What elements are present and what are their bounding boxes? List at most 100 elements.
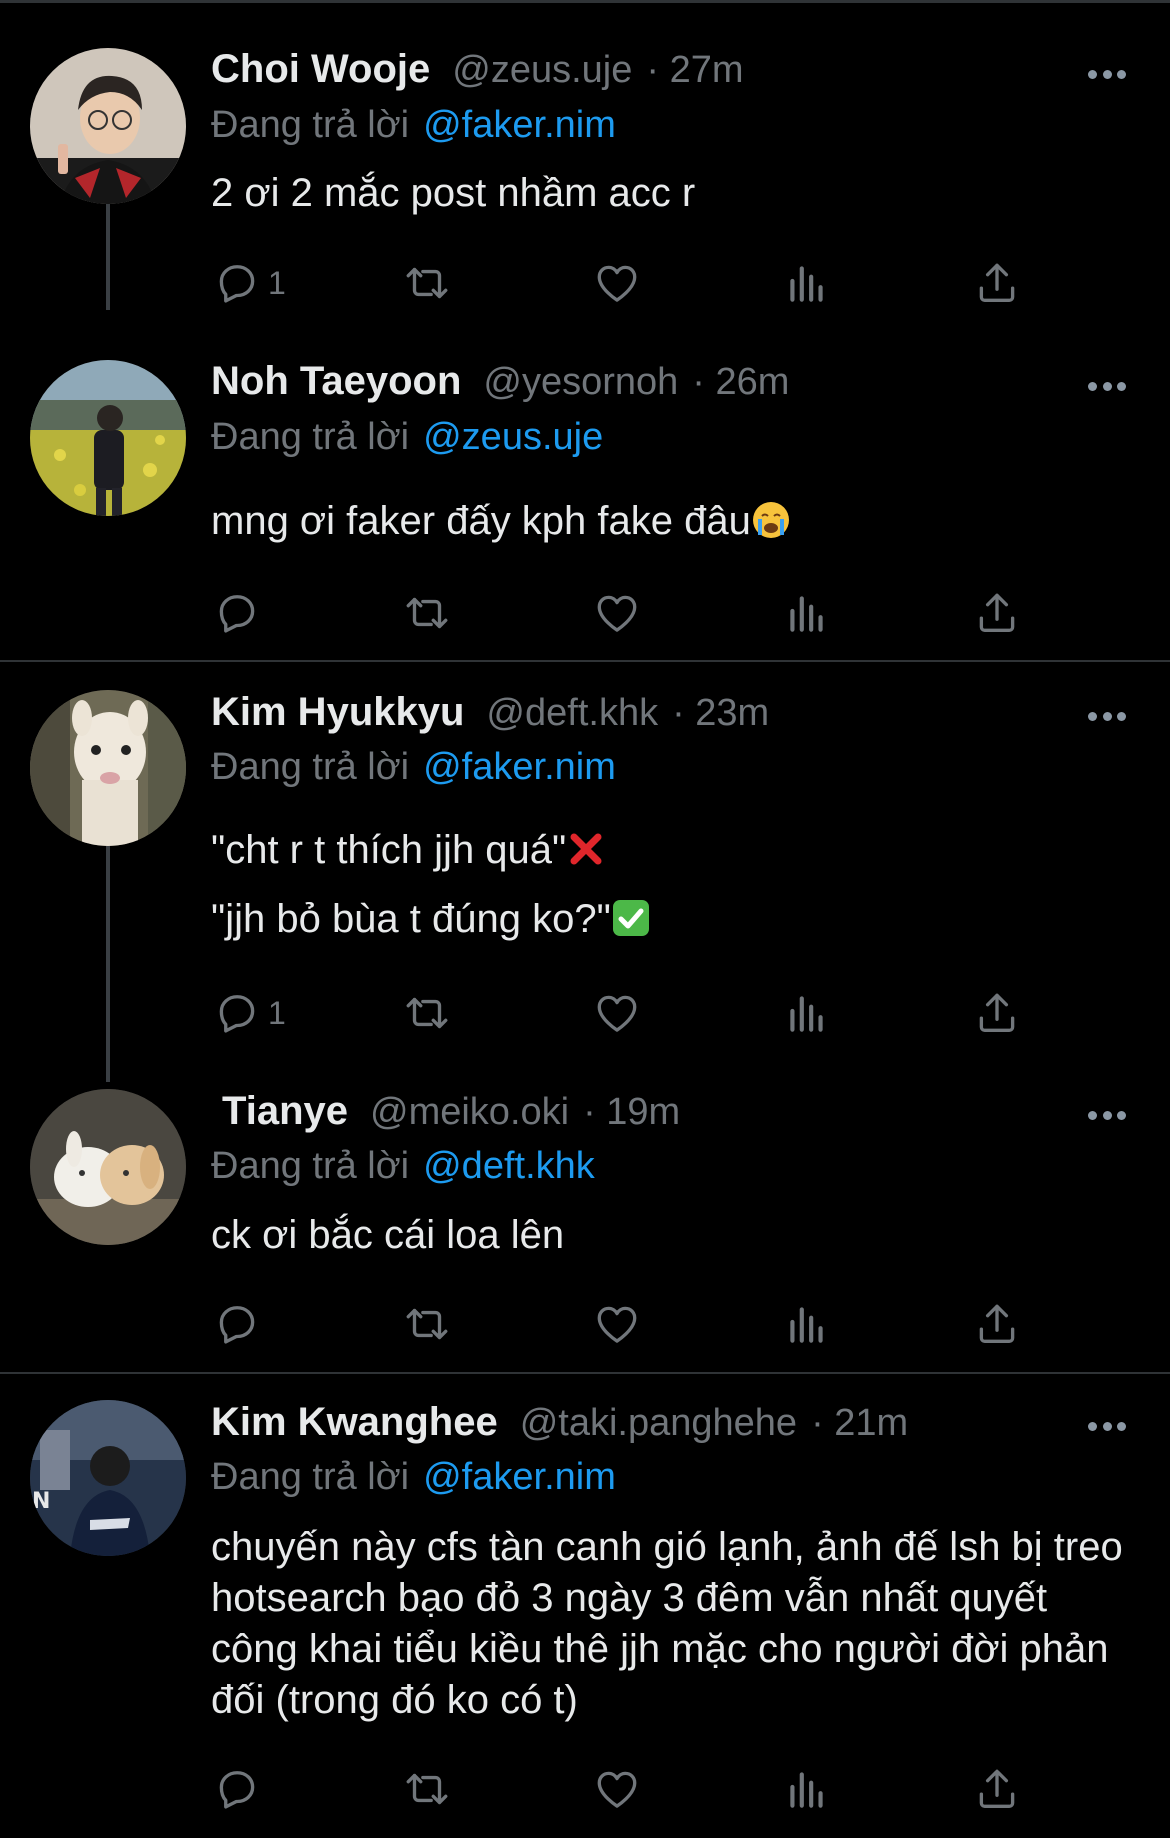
check-mark-emoji [612, 900, 649, 936]
reply-prefix: Đang trả lời [211, 1456, 410, 1498]
tweet-text: mng ơi faker đấy kph fake đâu [211, 496, 1131, 565]
reply-icon [219, 1771, 255, 1809]
username[interactable]: @meiko.oki [370, 1091, 569, 1134]
reply-context: Đang trả lời @faker.nim [211, 1456, 616, 1499]
reply-button[interactable] [212, 588, 268, 638]
more-icon[interactable] [1088, 381, 1126, 391]
like-button[interactable] [592, 988, 642, 1038]
action-bar: 1 [212, 988, 1032, 1038]
reply-mention-link[interactable]: @zeus.uje [423, 416, 603, 458]
reply-context: Đang trả lời @faker.nim [211, 104, 616, 147]
like-icon [597, 995, 637, 1032]
views-button[interactable] [782, 1299, 832, 1349]
share-icon [979, 263, 1015, 302]
views-button[interactable] [782, 988, 832, 1038]
share-icon [979, 1304, 1015, 1343]
tweet-text: ck ơi bắc cái loa lên [211, 1210, 1131, 1279]
retweet-button[interactable] [402, 1764, 452, 1814]
avatar[interactable] [30, 48, 186, 204]
avatar[interactable] [30, 690, 186, 846]
reply-prefix: Đang trả lời [211, 746, 410, 788]
action-bar [212, 1299, 1032, 1349]
views-button[interactable] [782, 1764, 832, 1814]
retweet-button[interactable] [402, 588, 452, 638]
reply-context: Đang trả lời @zeus.uje [211, 416, 603, 459]
reply-mention-link[interactable]: @faker.nim [423, 104, 616, 146]
avatar[interactable] [30, 1089, 186, 1245]
reply-prefix: Đang trả lời [211, 1145, 410, 1187]
reply-mention-link[interactable]: @deft.khk [423, 1145, 595, 1187]
svg-text:N: N [32, 1489, 50, 1514]
thread-connector [106, 846, 110, 1082]
share-button[interactable] [972, 1764, 1022, 1814]
share-button[interactable] [972, 1299, 1022, 1349]
timestamp[interactable]: · 19m [583, 1091, 680, 1134]
more-icon[interactable] [1088, 711, 1126, 721]
display-name[interactable]: Choi Wooje [211, 47, 430, 92]
reply-icon [219, 595, 255, 633]
retweet-button[interactable] [402, 1299, 452, 1349]
avatar[interactable] [30, 360, 186, 516]
display-name[interactable]: Tianye [222, 1089, 348, 1134]
timestamp[interactable]: · 27m [646, 49, 743, 92]
share-icon [979, 993, 1015, 1032]
retweet-button[interactable] [402, 258, 452, 308]
reply-button[interactable] [212, 1299, 268, 1349]
divider [0, 660, 1170, 662]
action-bar: 1 [212, 258, 1032, 308]
tweet-header: Choi Wooje @zeus.uje · 27m [211, 47, 744, 99]
username[interactable]: @deft.khk [486, 692, 658, 735]
like-button[interactable] [592, 258, 642, 308]
divider [0, 1372, 1170, 1374]
avatar[interactable]: N [30, 1400, 186, 1556]
views-button[interactable] [782, 258, 832, 308]
more-icon[interactable] [1088, 1110, 1126, 1120]
like-button[interactable] [592, 1764, 642, 1814]
reply-button[interactable]: 1 [212, 258, 286, 308]
like-icon [597, 265, 637, 302]
tweet-text-line: chuyến này cfs tàn canh gió lạnh, ảnh đế… [211, 1525, 1123, 1722]
views-icon [790, 996, 823, 1032]
timestamp[interactable]: · 23m [672, 692, 769, 735]
tweet-header: Kim Kwanghee @taki.panghehe · 21m [211, 1400, 908, 1452]
retweet-button[interactable] [402, 988, 452, 1038]
more-icon[interactable] [1088, 1421, 1126, 1431]
timestamp[interactable]: · 21m [811, 1402, 908, 1445]
reply-mention-link[interactable]: @faker.nim [423, 746, 616, 788]
like-icon [597, 1306, 637, 1343]
reply-context: Đang trả lời @deft.khk [211, 1145, 595, 1188]
more-icon[interactable] [1088, 69, 1126, 79]
views-icon [790, 1772, 823, 1808]
tweet-header: Kim Hyukkyu @deft.khk · 23m [211, 690, 769, 742]
reply-button[interactable]: 1 [212, 988, 286, 1038]
display-name[interactable]: Noh Taeyoon [211, 359, 461, 404]
username[interactable]: @taki.panghehe [520, 1402, 797, 1445]
reply-context: Đang trả lời @faker.nim [211, 746, 616, 789]
tweet-text: chuyến này cfs tàn canh gió lạnh, ảnh đế… [211, 1522, 1131, 1744]
reply-prefix: Đang trả lời [211, 104, 410, 146]
views-button[interactable] [782, 588, 832, 638]
reply-button[interactable] [212, 1764, 268, 1814]
tweet-text: 2 ơi 2 mắc post nhầm acc r [211, 168, 1131, 237]
like-icon [597, 1771, 637, 1808]
share-button[interactable] [972, 588, 1022, 638]
display-name[interactable]: Kim Hyukkyu [211, 690, 464, 735]
username[interactable]: @yesornoh [483, 361, 678, 404]
like-button[interactable] [592, 588, 642, 638]
crying-face-emoji [752, 502, 789, 538]
reply-icon [219, 995, 255, 1033]
like-button[interactable] [592, 1299, 642, 1349]
display-name[interactable]: Kim Kwanghee [211, 1400, 498, 1445]
share-button[interactable] [972, 988, 1022, 1038]
retweet-icon [406, 1308, 448, 1340]
retweet-icon [406, 1773, 448, 1805]
cross-mark-emoji [570, 833, 602, 865]
timestamp[interactable]: · 26m [692, 361, 789, 404]
username[interactable]: @zeus.uje [452, 49, 632, 92]
tweet-text-line: "cht r t thích jjh quá" [211, 828, 567, 872]
reply-mention-link[interactable]: @faker.nim [423, 1456, 616, 1498]
tweet-text-line: mng ơi faker đấy kph fake đâu [211, 499, 751, 543]
tweet-text: "cht r t thích jjh quá" "jjh bỏ bùa t đú… [211, 825, 1131, 963]
share-button[interactable] [972, 258, 1022, 308]
views-icon [790, 596, 823, 632]
